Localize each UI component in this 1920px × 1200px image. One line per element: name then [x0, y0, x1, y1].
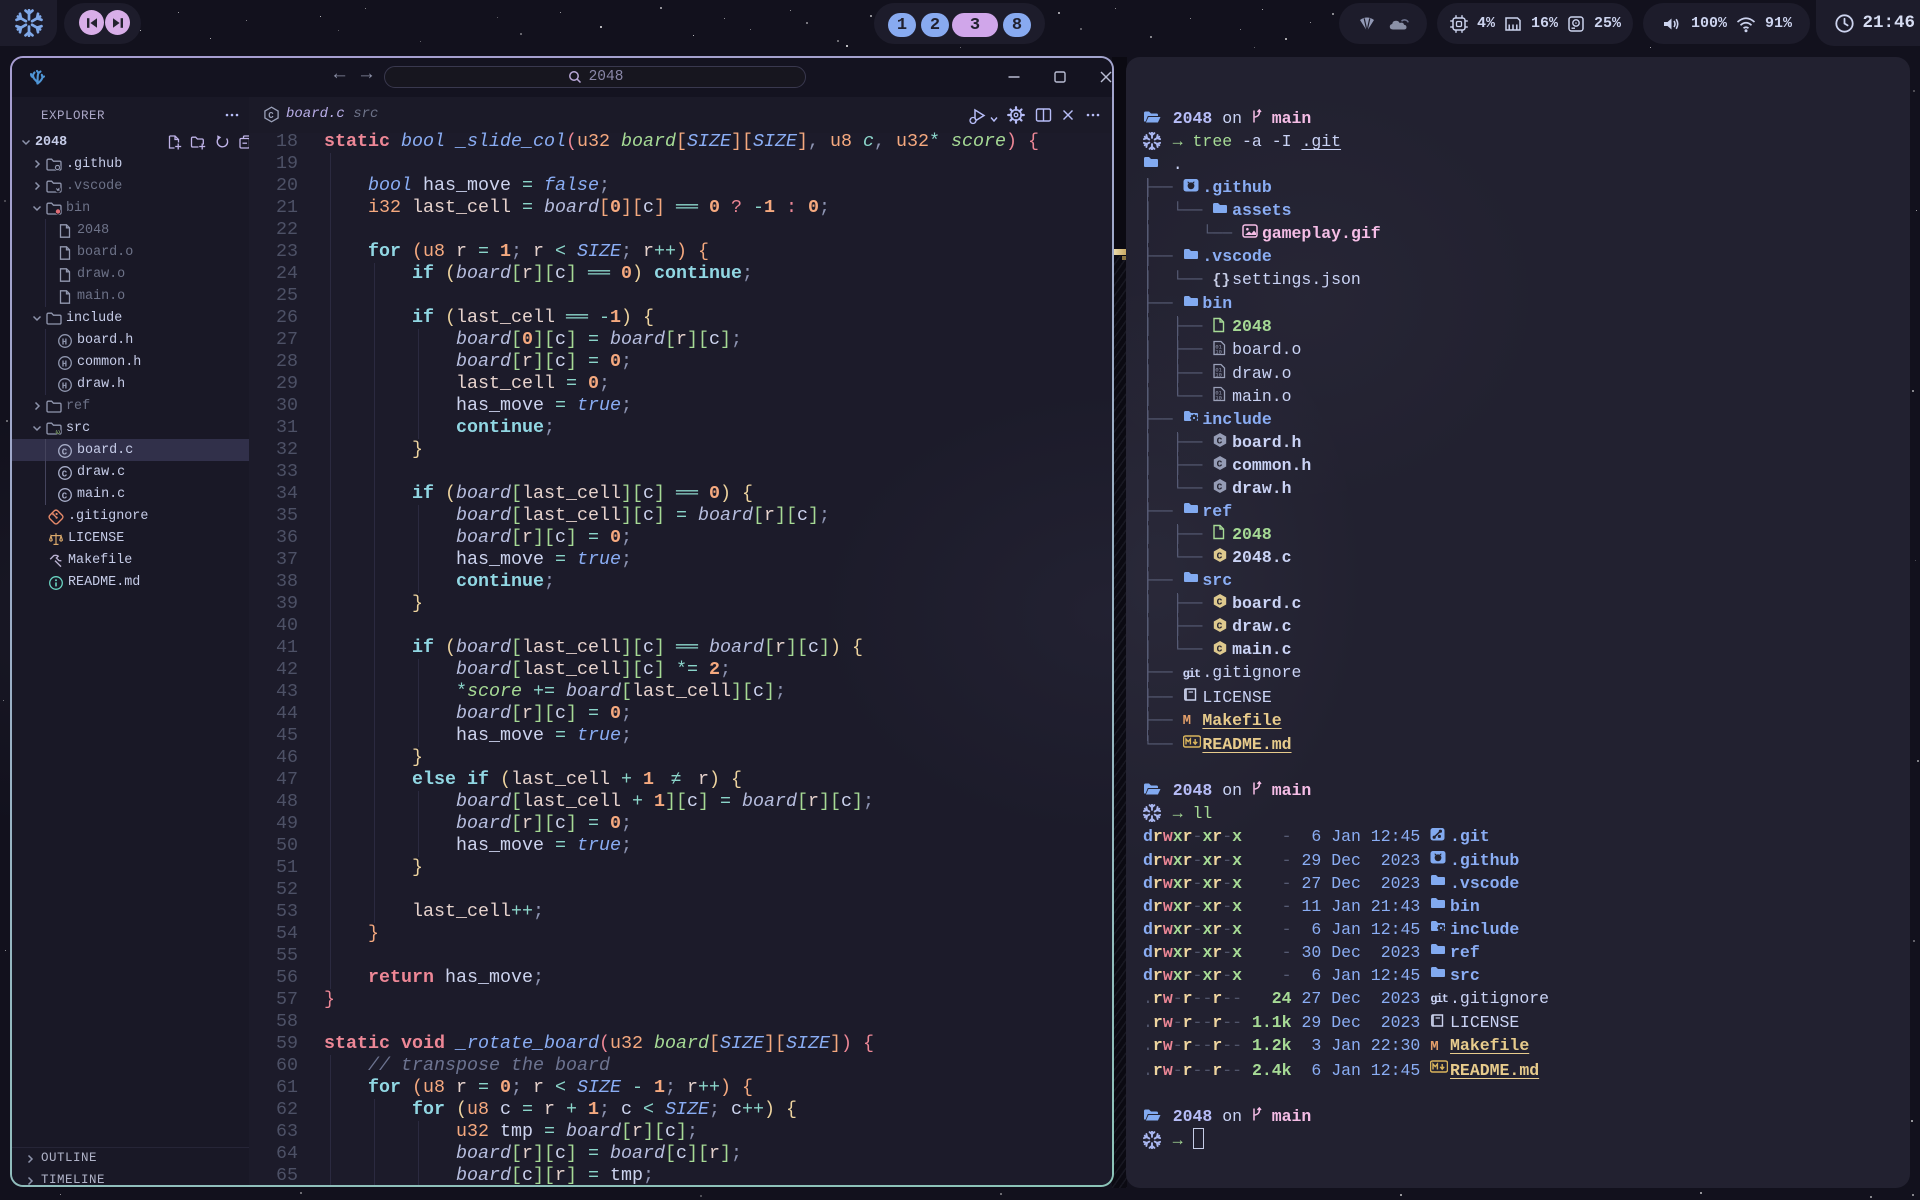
svg-text:C: C: [1217, 551, 1223, 562]
svg-text:10: 10: [1216, 350, 1222, 356]
svg-text:C: C: [1217, 459, 1223, 470]
svg-text:H: H: [62, 337, 67, 347]
svg-text:H: H: [62, 359, 67, 369]
svg-text:C: C: [62, 469, 68, 479]
svg-text:C: C: [1217, 482, 1223, 493]
svg-text:10: 10: [1216, 373, 1222, 379]
svg-text:C: C: [1217, 597, 1223, 608]
svg-text:C: C: [268, 111, 274, 121]
svg-text:10: 10: [1216, 396, 1222, 402]
svg-text:C: C: [62, 491, 68, 501]
svg-text:H: H: [62, 381, 67, 391]
svg-text:C: C: [62, 447, 68, 457]
svg-text:C: C: [1217, 643, 1223, 654]
svg-text:C: C: [1217, 620, 1223, 631]
svg-text:C: C: [1217, 436, 1223, 447]
